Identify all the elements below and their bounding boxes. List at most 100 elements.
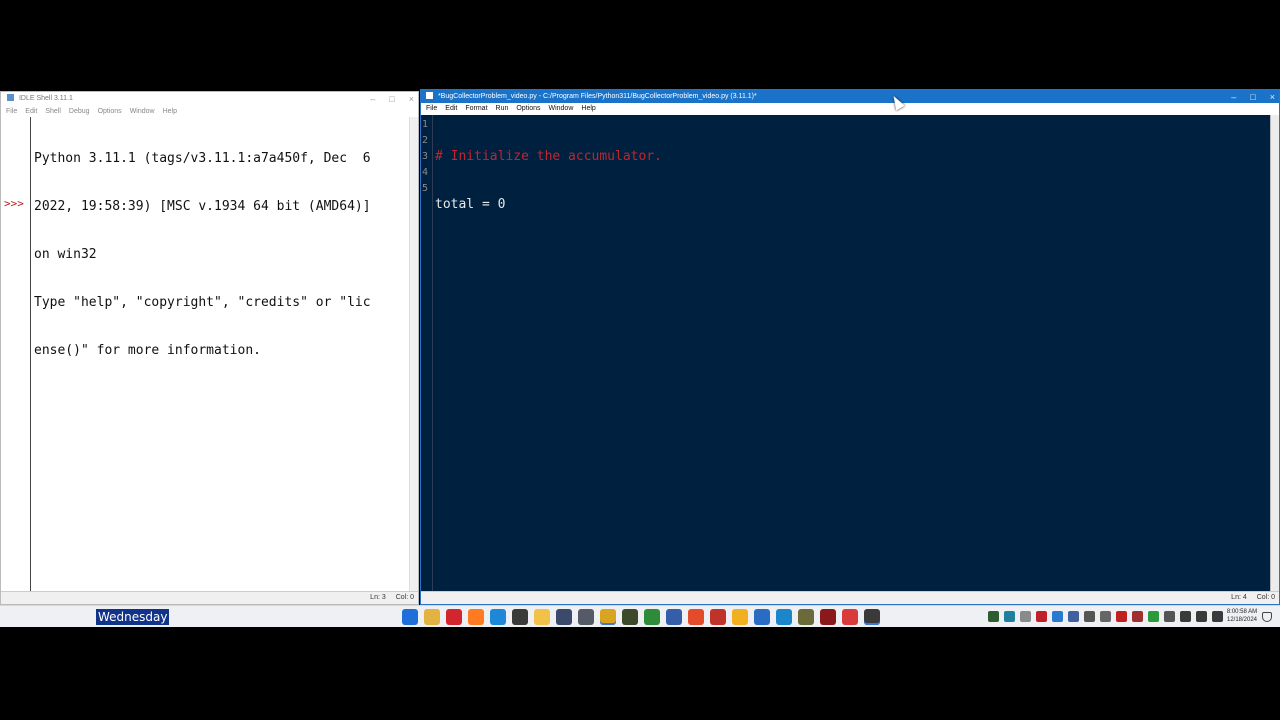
editor-window[interactable]: *BugCollectorProblem_video.py - C:/Progr… [420, 89, 1280, 605]
check-icon[interactable] [842, 609, 858, 625]
menu-file[interactable]: File [6, 106, 17, 117]
minimize-button[interactable]: – [370, 92, 375, 106]
line-number: 1 [422, 119, 429, 130]
shell-line-indicator: Ln: 3 [370, 594, 386, 601]
tray-shield-icon[interactable] [1068, 611, 1079, 622]
camera-icon[interactable] [820, 609, 836, 625]
shell-title: IDLE Shell 3.11.1 [18, 95, 73, 102]
store-icon[interactable] [556, 609, 572, 625]
idle-app-icon [7, 94, 14, 101]
line-number: 5 [422, 183, 429, 194]
doc-icon[interactable] [754, 609, 770, 625]
menu-options[interactable]: Options [98, 106, 122, 117]
menu-edit[interactable]: Edit [25, 106, 37, 117]
menu-debug[interactable]: Debug [69, 106, 90, 117]
tray-doc-icon[interactable] [1132, 611, 1143, 622]
start-icon[interactable] [402, 609, 418, 625]
shell-output[interactable]: Python 3.11.1 (tags/v3.11.1:a7a450f, Dec… [34, 119, 406, 391]
shell-output-line: Type "help", "copyright", "credits" or "… [34, 295, 371, 310]
tray-box-icon[interactable] [1020, 611, 1031, 622]
monitor-icon[interactable] [666, 609, 682, 625]
tray-x-icon[interactable] [1116, 611, 1127, 622]
firefox-icon[interactable] [468, 609, 484, 625]
taskbar: Wednesday 8:00:58 AM 12/18/2024 [0, 605, 1280, 627]
menu-window[interactable]: Window [548, 103, 573, 115]
minimize-button[interactable]: – [1231, 90, 1236, 104]
x-tool-icon[interactable] [710, 609, 726, 625]
code-line: total = 0 [435, 197, 506, 212]
tray-app-icon[interactable] [988, 611, 999, 622]
maximize-button[interactable]: □ [1250, 90, 1255, 104]
shell-output-line: Python 3.11.1 (tags/v3.11.1:a7a450f, Dec… [34, 151, 371, 166]
calc-icon[interactable] [776, 609, 792, 625]
line-number: 4 [422, 167, 429, 178]
shell-output-line: 2022, 19:58:39) [MSC v.1934 64 bit (AMD6… [34, 199, 371, 214]
editor-title-bar[interactable]: *BugCollectorProblem_video.py - C:/Progr… [421, 90, 1279, 103]
close-button[interactable]: × [409, 92, 414, 106]
shell-scrollbar[interactable] [409, 117, 418, 591]
menu-options[interactable]: Options [516, 103, 540, 115]
gutter-divider [432, 115, 433, 593]
code-line: # Initialize the accumulator. [435, 149, 662, 164]
taskbar-apps [402, 609, 880, 625]
clock[interactable]: 8:00:58 AM 12/18/2024 [1224, 608, 1260, 624]
terminal-icon[interactable] [578, 609, 594, 625]
brush-icon[interactable] [798, 609, 814, 625]
chrome-icon[interactable] [424, 609, 440, 625]
tray-net-icon[interactable] [1004, 611, 1015, 622]
menu-edit[interactable]: Edit [445, 103, 457, 115]
edge-icon[interactable] [490, 609, 506, 625]
record-icon[interactable] [688, 609, 704, 625]
menu-file[interactable]: File [426, 103, 437, 115]
system-tray [988, 611, 1223, 622]
file-icon [426, 92, 433, 99]
editor-icon[interactable] [864, 609, 880, 625]
menu-help[interactable]: Help [581, 103, 595, 115]
tray-usb-icon[interactable] [1164, 611, 1175, 622]
shell-output-line: on win32 [34, 247, 97, 262]
paint-icon[interactable] [732, 609, 748, 625]
sheet-icon[interactable] [644, 609, 660, 625]
python-idle-icon[interactable] [600, 609, 616, 625]
shell-statusbar: Ln: 3 Col: 0 [1, 591, 418, 604]
line-number: 3 [422, 151, 429, 162]
shell-col-indicator: Col: 0 [395, 594, 414, 601]
editor-menubar: File Edit Format Run Options Window Help [421, 103, 1279, 115]
tray-cloud-icon[interactable] [1052, 611, 1063, 622]
tray-pdf-icon[interactable] [1036, 611, 1047, 622]
tool-icon[interactable] [622, 609, 638, 625]
tray-green-icon[interactable] [1148, 611, 1159, 622]
tray-mini-icon[interactable] [1100, 611, 1111, 622]
menu-help[interactable]: Help [163, 106, 177, 117]
idle-shell-window[interactable]: IDLE Shell 3.11.1 – □ × File Edit Shell … [0, 91, 419, 605]
shell-output-line: ense()" for more information. [34, 343, 261, 358]
editor-line-indicator: Ln: 4 [1231, 594, 1247, 601]
tray-wifi-icon[interactable] [1180, 611, 1191, 622]
code-editor-area[interactable]: 1 2 3 4 5 # Initialize the accumulator. … [421, 115, 1271, 593]
tray-battery-icon[interactable] [1212, 611, 1223, 622]
shell-sidebar [3, 117, 31, 591]
shell-title-bar[interactable]: IDLE Shell 3.11.1 – □ × [1, 92, 418, 106]
menu-format[interactable]: Format [465, 103, 487, 115]
line-number: 2 [422, 135, 429, 146]
code-text[interactable]: # Initialize the accumulator. total = 0 [435, 117, 662, 245]
menu-run[interactable]: Run [496, 103, 509, 115]
editor-col-indicator: Col: 0 [1256, 594, 1275, 601]
editor-statusbar: Ln: 4 Col: 0 [421, 591, 1279, 604]
editor-title: *BugCollectorProblem_video.py - C:/Progr… [437, 93, 757, 100]
clock-time: 8:00:58 AM [1226, 609, 1258, 615]
tray-window-icon[interactable] [1084, 611, 1095, 622]
tray-sound-icon[interactable] [1196, 611, 1207, 622]
menu-shell[interactable]: Shell [45, 106, 61, 117]
editor-scrollbar[interactable] [1270, 115, 1279, 593]
weekday-label: Wednesday [96, 609, 170, 625]
pen-icon[interactable] [512, 609, 528, 625]
opera-icon[interactable] [446, 609, 462, 625]
clock-date: 12/18/2024 [1226, 617, 1258, 623]
maximize-button[interactable]: □ [389, 92, 394, 106]
close-button[interactable]: × [1270, 90, 1275, 104]
folder-icon[interactable] [534, 609, 550, 625]
notification-bell-icon[interactable] [1262, 612, 1272, 622]
menu-window[interactable]: Window [130, 106, 155, 117]
shell-menubar: File Edit Shell Debug Options Window Hel… [1, 106, 418, 117]
